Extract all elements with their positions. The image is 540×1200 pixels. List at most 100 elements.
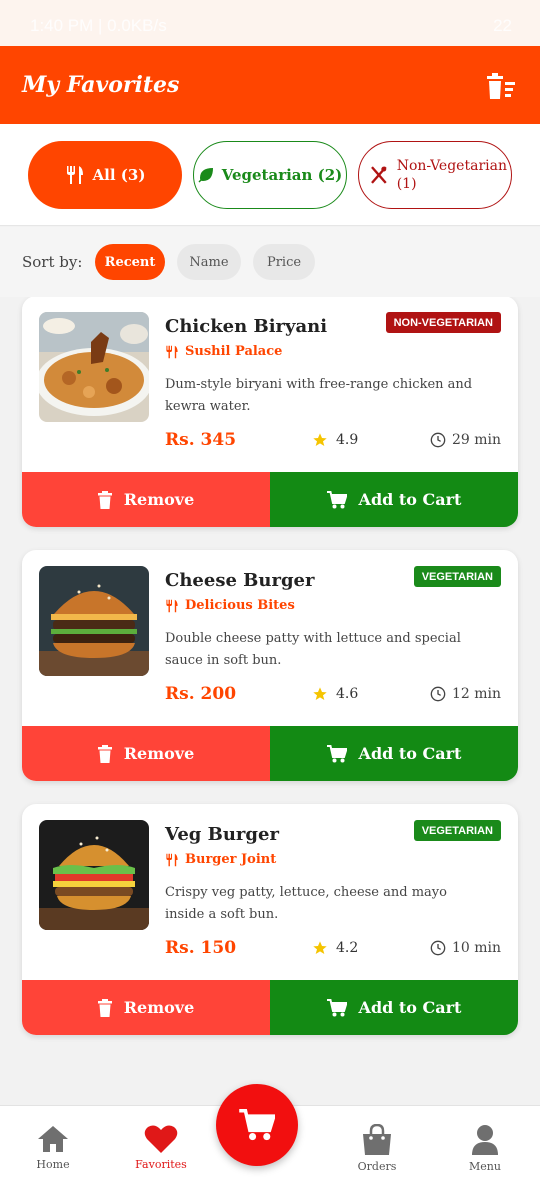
item-name: Cheese Burger	[165, 570, 315, 591]
clear-all-icon	[487, 73, 515, 99]
nav-menu-label: Menu	[469, 1160, 501, 1173]
remove-label: Remove	[123, 744, 195, 763]
add-to-cart-button[interactable]: Add to Cart	[270, 980, 518, 1035]
star-icon	[313, 941, 327, 954]
nav-orders-label: Orders	[357, 1160, 397, 1173]
leaf-icon	[198, 168, 213, 183]
rating-value: 4.2	[336, 940, 359, 956]
food-image	[39, 820, 149, 930]
no-food-icon	[371, 166, 387, 184]
utensils-icon	[166, 853, 178, 866]
diet-badge: VEGETARIAN	[413, 566, 501, 587]
clear-all-button[interactable]	[486, 72, 516, 100]
diet-badge: NON-VEGETARIAN	[385, 312, 501, 333]
person-icon	[472, 1125, 498, 1155]
remove-button[interactable]: Remove	[22, 472, 270, 527]
cart-icon	[326, 998, 347, 1016]
favorites-list[interactable]: Chicken Biryani NON-VEGETARIAN Sushil Pa…	[0, 297, 540, 1105]
filter-nonveg-label: Non-Vegetarian (1)	[396, 158, 507, 192]
shopping-bag-icon	[363, 1124, 391, 1155]
item-rating: 4.6	[312, 686, 358, 702]
food-image	[39, 566, 149, 676]
restaurant-name: Sushil Palace	[165, 344, 282, 359]
filter-chips: All (3) Vegetarian (2) Non-Vegetarian (1…	[0, 124, 540, 226]
delivery-time: 12 min	[430, 686, 501, 702]
item-description: Double cheese patty with lettuce and spe…	[165, 631, 461, 668]
diet-badge: VEGETARIAN	[413, 820, 501, 841]
utensils-icon	[66, 166, 83, 184]
remove-button[interactable]: Remove	[22, 726, 270, 781]
status-bar: 1:40 PM | 0.0KB/s 22	[0, 0, 540, 46]
time-value: 29 min	[451, 432, 501, 448]
card-actions: Remove Add to Cart	[22, 726, 518, 781]
add-to-cart-button[interactable]: Add to Cart	[270, 726, 518, 781]
cart-icon	[326, 490, 347, 508]
nav-favorites[interactable]: Favorites	[111, 1124, 211, 1171]
utensils-icon	[166, 345, 178, 358]
item-price: Rs. 345	[165, 430, 237, 450]
nav-home-label: Home	[36, 1158, 70, 1171]
trash-icon	[97, 744, 112, 763]
food-image	[39, 312, 149, 422]
sort-name-pill[interactable]: Name	[177, 244, 241, 280]
time-value: 10 min	[451, 940, 501, 956]
cart-icon	[239, 1109, 275, 1141]
item-rating: 4.9	[312, 432, 358, 448]
item-name: Veg Burger	[165, 824, 279, 845]
filter-all-chip[interactable]: All (3)	[28, 141, 182, 209]
add-to-cart-button[interactable]: Add to Cart	[270, 472, 518, 527]
filter-all-label: All (3)	[92, 166, 146, 184]
filter-veg-label: Vegetarian (2)	[221, 166, 343, 184]
delivery-time: 10 min	[430, 940, 501, 956]
sort-bar: Sort by: Recent Name Price	[0, 227, 540, 297]
sort-label: Sort by:	[22, 253, 83, 271]
clock-icon	[430, 432, 446, 448]
star-icon	[313, 433, 327, 446]
sort-recent-pill[interactable]: Recent	[95, 244, 165, 280]
utensils-icon	[166, 599, 178, 612]
restaurant-label: Delicious Bites	[185, 598, 295, 613]
restaurant-label: Sushil Palace	[185, 344, 283, 359]
restaurant-name: Burger Joint	[165, 852, 276, 867]
trash-icon	[97, 998, 112, 1017]
time-value: 12 min	[451, 686, 501, 702]
restaurant-name: Delicious Bites	[165, 598, 295, 613]
item-name: Chicken Biryani	[165, 316, 328, 337]
favorite-card: Chicken Biryani NON-VEGETARIAN Sushil Pa…	[22, 297, 518, 527]
card-actions: Remove Add to Cart	[22, 980, 518, 1035]
favorite-card: Cheese Burger VEGETARIAN Delicious Bites…	[22, 550, 518, 781]
item-price: Rs. 200	[165, 684, 237, 704]
nav-menu[interactable]: Menu	[435, 1124, 535, 1173]
star-icon	[313, 687, 327, 700]
clock-icon	[430, 686, 446, 702]
nav-home[interactable]: Home	[3, 1124, 103, 1171]
nav-orders[interactable]: Orders	[327, 1124, 427, 1173]
rating-value: 4.6	[336, 686, 359, 702]
filter-veg-chip[interactable]: Vegetarian (2)	[193, 141, 347, 209]
home-icon	[38, 1126, 68, 1152]
cart-label: Add to Cart	[358, 744, 462, 763]
heart-icon	[144, 1125, 178, 1153]
page-title: My Favorites	[22, 72, 180, 98]
item-description: Crispy veg patty, lettuce, cheese and ma…	[165, 885, 447, 922]
remove-label: Remove	[123, 998, 195, 1017]
rating-value: 4.9	[336, 432, 359, 448]
item-rating: 4.2	[312, 940, 358, 956]
delivery-time: 29 min	[430, 432, 501, 448]
restaurant-label: Burger Joint	[185, 852, 277, 867]
app-bar: My Favorites	[0, 46, 540, 124]
cart-label: Add to Cart	[358, 998, 462, 1017]
status-time: 1:40 PM | 0.0KB/s	[30, 16, 167, 35]
cart-icon	[326, 744, 347, 762]
remove-button[interactable]: Remove	[22, 980, 270, 1035]
card-actions: Remove Add to Cart	[22, 472, 518, 527]
status-battery: 22	[493, 16, 512, 35]
clock-icon	[430, 940, 446, 956]
nav-favorites-label: Favorites	[135, 1158, 187, 1171]
remove-label: Remove	[123, 490, 195, 509]
cart-fab-button[interactable]	[216, 1084, 298, 1166]
filter-nonveg-chip[interactable]: Non-Vegetarian (1)	[358, 141, 512, 209]
item-price: Rs. 150	[165, 938, 237, 958]
sort-price-pill[interactable]: Price	[253, 244, 315, 280]
favorite-card: Veg Burger VEGETARIAN Burger Joint Crisp…	[22, 804, 518, 1035]
